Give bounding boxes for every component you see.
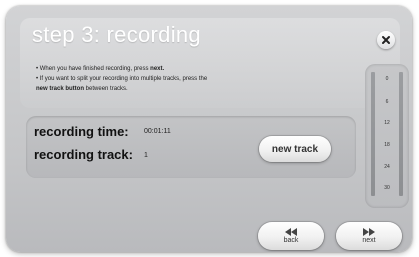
instruction-text: between tracks. <box>84 86 128 92</box>
instructions: • When you have finished recording, pres… <box>36 64 336 94</box>
close-button[interactable] <box>377 31 395 49</box>
meter-tick: 30 <box>384 185 390 191</box>
instruction-line-2: • If you want to split your recording in… <box>36 76 208 82</box>
meter-bar-right <box>399 72 403 196</box>
recording-time-label: recording time: <box>34 124 129 139</box>
next-button[interactable]: next <box>336 222 402 250</box>
recording-dialog: step 3: recording • When you have finish… <box>6 6 412 252</box>
rewind-icon <box>285 228 297 236</box>
recording-track-label: recording track: <box>34 147 133 162</box>
instruction-emphasis: next. <box>150 66 165 72</box>
instruction-line-3: new track button between tracks. <box>36 84 336 94</box>
level-meter: 0 6 12 18 24 30 <box>365 64 409 208</box>
instruction-text: • When you have finished recording, pres… <box>36 66 151 72</box>
recording-track-value: 1 <box>144 152 148 159</box>
meter-tick: 6 <box>385 99 389 105</box>
meter-bar-left <box>371 72 375 196</box>
recording-time-value: 00:01:11 <box>144 128 171 135</box>
dialog-title: step 3: recording <box>32 22 201 47</box>
meter-tick: 12 <box>384 120 390 126</box>
back-label: back <box>283 237 299 244</box>
meter-tick: 24 <box>384 164 390 170</box>
instruction-line-1: • When you have finished recording, pres… <box>36 64 336 74</box>
meter-tick: 18 <box>384 142 390 148</box>
next-label: next <box>362 237 376 244</box>
new-track-button[interactable]: new track <box>259 136 331 162</box>
close-icon <box>382 36 390 44</box>
back-button[interactable]: back <box>258 222 324 250</box>
instruction-emphasis: new track button <box>36 86 85 92</box>
fast-forward-icon <box>363 228 375 236</box>
meter-tick: 0 <box>385 76 389 82</box>
